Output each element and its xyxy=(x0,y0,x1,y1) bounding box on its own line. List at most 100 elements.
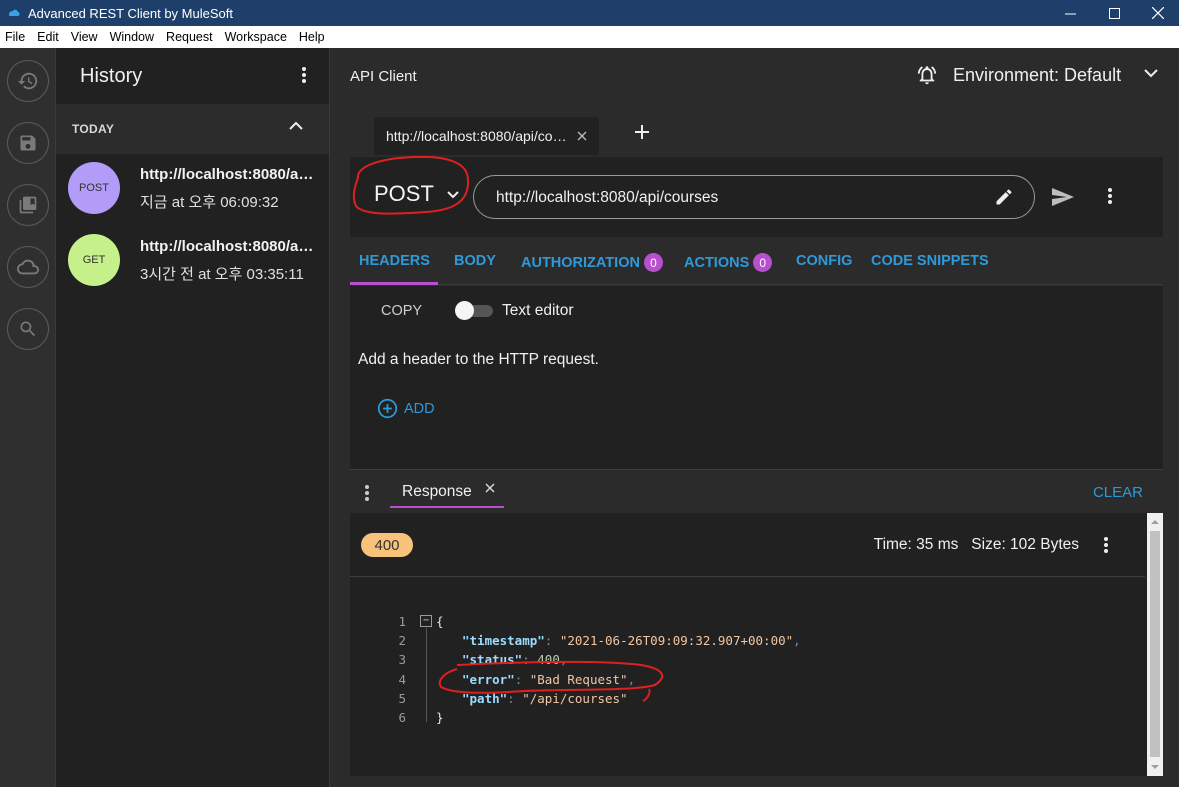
tab-code-snippets[interactable]: CODE SNIPPETS xyxy=(871,253,989,269)
response-size: Size: 102 Bytes xyxy=(971,536,1079,553)
save-icon xyxy=(20,135,36,151)
fold-guide xyxy=(426,628,427,722)
method-badge: POST xyxy=(68,162,120,214)
close-icon xyxy=(1152,7,1164,19)
menu-edit[interactable]: Edit xyxy=(37,30,59,44)
tab-config[interactable]: CONFIG xyxy=(796,253,852,269)
saved-requests-button[interactable] xyxy=(7,184,49,226)
divider xyxy=(350,576,1145,577)
save-button[interactable] xyxy=(7,122,49,164)
status-badge: 400 xyxy=(361,533,413,557)
line-number: 4 xyxy=(398,671,406,687)
scroll-down-icon[interactable] xyxy=(1147,760,1163,774)
request-tab[interactable]: http://localhost:8080/api/courses xyxy=(374,117,599,155)
history-icon xyxy=(17,72,38,90)
minimize-button[interactable] xyxy=(1047,0,1093,26)
json-value: "Bad Request" xyxy=(529,671,628,687)
search-button[interactable] xyxy=(7,308,49,350)
method-select[interactable]: POST xyxy=(374,181,434,207)
json-key: "path" xyxy=(462,690,508,706)
more-vert-icon[interactable] xyxy=(301,66,307,84)
send-icon[interactable] xyxy=(1051,187,1075,207)
close-icon[interactable] xyxy=(577,131,587,141)
minimize-icon xyxy=(1064,13,1076,14)
drive-button[interactable] xyxy=(7,246,49,288)
chevron-down-icon[interactable] xyxy=(1144,68,1158,78)
line-number: 6 xyxy=(398,709,406,725)
copy-button[interactable]: COPY xyxy=(381,303,422,319)
tab-actions[interactable]: ACTIONS 0 xyxy=(684,253,773,272)
json-value: 400 xyxy=(537,652,560,668)
history-header: History xyxy=(56,48,329,104)
json-key: "status" xyxy=(462,652,523,668)
tab-code-snippets-label: CODE SNIPPETS xyxy=(871,253,989,269)
history-item-url: http://localhost:8080/api/courses xyxy=(140,166,320,183)
add-circle-icon xyxy=(377,398,398,419)
title-bar: Advanced REST Client by MuleSoft xyxy=(0,0,1179,26)
app-title: API Client xyxy=(350,68,417,85)
scroll-up-icon[interactable] xyxy=(1147,515,1163,529)
json-punct: , xyxy=(627,671,636,687)
request-tab-label: http://localhost:8080/api/courses xyxy=(386,128,571,144)
menu-file[interactable]: File xyxy=(5,30,25,44)
add-header-button[interactable]: ADD xyxy=(377,398,435,419)
history-title: History xyxy=(80,64,143,87)
text-editor-toggle[interactable] xyxy=(455,301,493,320)
history-group-label: TODAY xyxy=(72,122,115,136)
more-vert-icon[interactable] xyxy=(1103,536,1109,554)
menu-window[interactable]: Window xyxy=(110,30,154,44)
environment-selector[interactable]: Environment: Default xyxy=(953,65,1121,86)
toggle-knob xyxy=(455,301,474,320)
close-icon[interactable] xyxy=(485,483,495,493)
fold-icon[interactable]: − xyxy=(420,615,432,627)
request-tabs: HEADERS BODY AUTHORIZATION 0 ACTIONS 0 CON… xyxy=(350,237,1163,285)
edit-icon[interactable] xyxy=(994,187,1014,207)
scrollbar-thumb[interactable] xyxy=(1150,531,1160,757)
line-number: 1 xyxy=(398,614,406,629)
menu-request[interactable]: Request xyxy=(166,30,213,44)
chevron-up-icon xyxy=(289,121,303,130)
tab-headers[interactable]: HEADERS xyxy=(359,253,430,269)
cloud-icon xyxy=(17,259,39,275)
response-time: Time: 35 ms xyxy=(873,536,959,553)
empty-headers-message: Add a header to the HTTP request. xyxy=(358,351,599,368)
menu-help[interactable]: Help xyxy=(299,30,325,44)
search-icon xyxy=(20,321,36,337)
tab-body-label: BODY xyxy=(454,253,496,269)
more-vert-icon[interactable] xyxy=(1107,187,1113,205)
history-button[interactable] xyxy=(7,60,49,102)
response-tab-bar: Response CLEAR xyxy=(350,469,1163,513)
add-icon[interactable] xyxy=(634,124,650,140)
menu-workspace[interactable]: Workspace xyxy=(225,30,287,44)
count-badge: 0 xyxy=(643,253,663,272)
nav-rail xyxy=(0,48,56,787)
tab-config-label: CONFIG xyxy=(796,253,853,269)
history-item[interactable]: GET http://localhost:8080/api/courses 3시… xyxy=(56,224,330,296)
bell-icon[interactable] xyxy=(916,64,938,86)
chevron-down-icon[interactable] xyxy=(447,191,459,199)
history-item[interactable]: POST http://localhost:8080/api/courses 지… xyxy=(56,152,330,224)
maximize-button[interactable] xyxy=(1091,0,1137,26)
url-bar: POST http://localhost:8080/api/courses xyxy=(350,157,1163,237)
code-text: } xyxy=(436,709,444,725)
response-panel: 400 Time: 35 ms Size: 102 Bytes 1 −{ 2 "ti… xyxy=(350,513,1163,776)
tab-body[interactable]: BODY xyxy=(454,253,496,269)
json-key: "error" xyxy=(462,671,515,687)
history-item-url: http://localhost:8080/api/courses xyxy=(140,238,320,255)
window-title: Advanced REST Client by MuleSoft xyxy=(28,5,233,21)
history-group-header[interactable]: TODAY xyxy=(56,104,329,154)
count-badge: 0 xyxy=(753,253,773,272)
clear-button[interactable]: CLEAR xyxy=(1093,484,1143,501)
json-punct: , xyxy=(793,633,801,649)
response-tab[interactable]: Response xyxy=(390,470,504,508)
json-key: "timestamp" xyxy=(462,633,545,649)
url-input[interactable]: http://localhost:8080/api/courses xyxy=(473,175,1035,219)
response-meta: Time: 35 ms Size: 102 Bytes xyxy=(874,536,1079,554)
menu-view[interactable]: View xyxy=(71,30,98,44)
more-vert-icon[interactable] xyxy=(364,484,370,502)
close-window-button[interactable] xyxy=(1135,0,1179,26)
tab-authorization[interactable]: AUTHORIZATION 0 xyxy=(521,253,663,272)
url-value: http://localhost:8080/api/courses xyxy=(496,189,719,206)
line-number: 3 xyxy=(398,652,406,668)
scrollbar[interactable] xyxy=(1147,513,1163,776)
